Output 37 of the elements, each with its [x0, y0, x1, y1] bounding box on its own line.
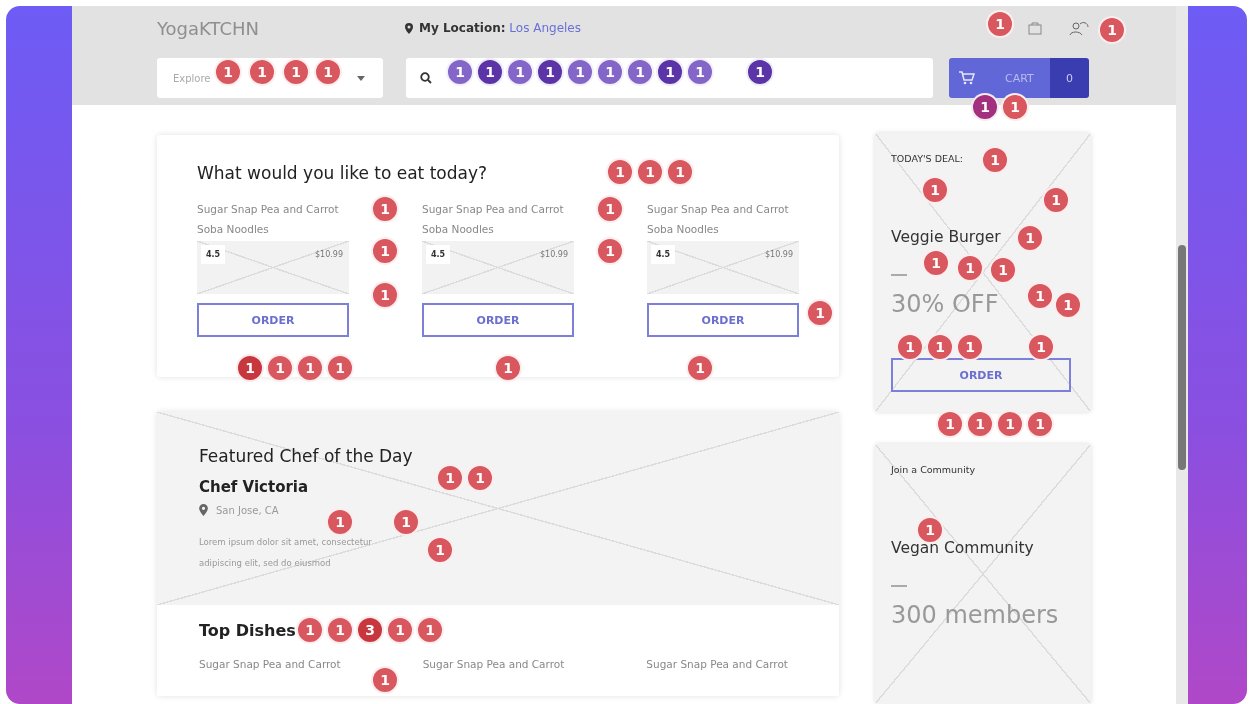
- dish-name: Sugar Snap Pea and Carrot Soba Noodles: [422, 202, 565, 237]
- rating-badge: 4.5: [426, 245, 451, 264]
- deal-item-name: Veggie Burger: [891, 228, 1001, 246]
- rating-badge: 4.5: [651, 245, 676, 264]
- location-pin-icon: [405, 22, 413, 34]
- logo[interactable]: YogaKTCHN: [157, 17, 405, 39]
- dish-name: Sugar Snap Pea and Carrot: [199, 657, 342, 672]
- community-members: 300 members: [891, 601, 1059, 629]
- dish-name: Sugar Snap Pea and Carrot: [422, 657, 566, 672]
- order-button[interactable]: ORDER: [197, 303, 349, 337]
- dish-price: $10.99: [765, 249, 793, 259]
- location-pin-icon: [199, 504, 208, 516]
- order-button[interactable]: ORDER: [422, 303, 574, 337]
- cart-count: 0: [1050, 58, 1089, 98]
- caret-icon: [357, 75, 365, 81]
- location-link[interactable]: Los Angeles: [509, 21, 581, 35]
- order-button[interactable]: ORDER: [647, 303, 799, 337]
- location-label: My Location: Los Angeles: [419, 21, 581, 35]
- dish-price: $10.99: [540, 249, 568, 259]
- community-label: Join a Community: [891, 464, 976, 475]
- chef-location: San Jose, CA: [216, 504, 279, 516]
- chef-bio: Lorem ipsum dolor sit amet, consectetur adipiscing elit, sed do eiusmod: [199, 536, 373, 570]
- dish-name: Sugar Snap Pea and Carrot Soba Noodles: [197, 202, 340, 237]
- rating-badge: 4.5: [201, 245, 226, 264]
- search-icon: [420, 72, 432, 84]
- section-title: What would you like to eat today?: [197, 163, 488, 183]
- section-title: Top Dishes: [199, 621, 296, 640]
- dish-price: $10.99: [315, 249, 343, 259]
- deal-offer: 30% OFF: [891, 290, 999, 318]
- cart-icon: [959, 71, 975, 85]
- scrollbar[interactable]: [1176, 6, 1188, 704]
- section-title: Featured Chef of the Day: [199, 446, 413, 466]
- dish-name: Sugar Snap Pea and Carrot Soba Noodles: [647, 202, 790, 237]
- deal-label: TODAY'S DEAL:: [891, 153, 963, 164]
- dish-name: Sugar Snap Pea and Carrot: [646, 657, 789, 672]
- chef-name[interactable]: Chef Victoria: [199, 478, 309, 496]
- user-icon[interactable]: [1068, 20, 1090, 36]
